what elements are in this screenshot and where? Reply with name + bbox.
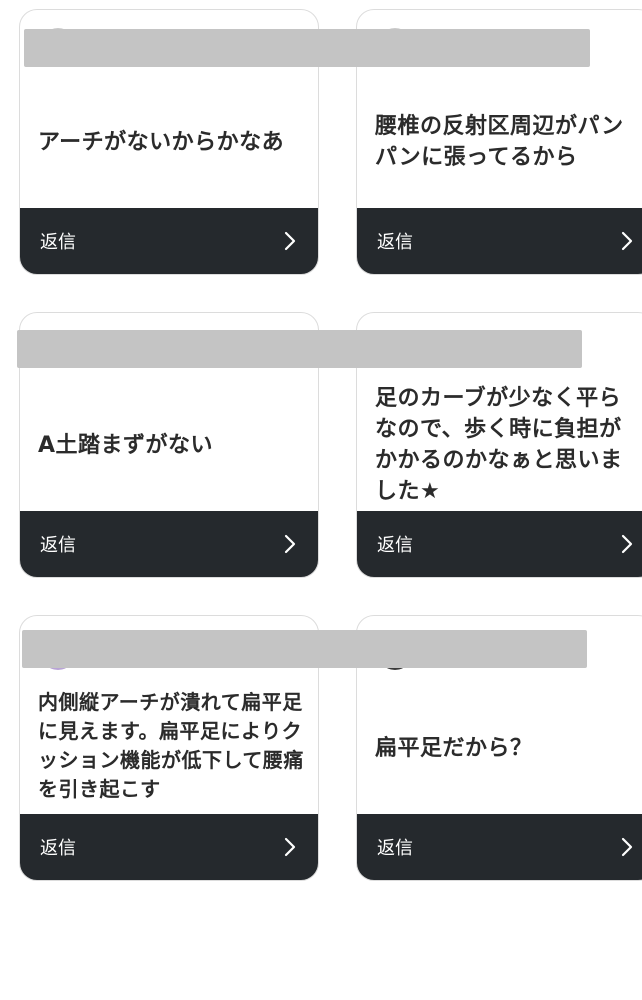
comment-body: 足のカーブが少なく平らなので、歩く時に負担がかかるのかなぁと思いました★ xyxy=(375,377,641,513)
reply-button[interactable]: 返信 xyxy=(20,814,318,880)
reply-button[interactable]: 返信 xyxy=(357,208,642,274)
reply-label: 返信 xyxy=(40,535,76,556)
reply-label: 返信 xyxy=(40,838,76,859)
redacted-username xyxy=(22,630,587,668)
reply-label: 返信 xyxy=(377,838,413,859)
comment-text: 内側縦アーチが潰れて扁平足に見えます。扁平足によりクッション機能が低下して腰痛を… xyxy=(38,690,304,801)
reply-button[interactable]: 返信 xyxy=(20,208,318,274)
comment-text: 腰椎の反射区周辺がパンパンに張ってるから xyxy=(375,114,624,170)
chevron-right-icon xyxy=(284,534,296,554)
comment-text: A土踏まずがない xyxy=(38,432,214,458)
chevron-right-icon xyxy=(621,231,633,251)
reply-label: 返信 xyxy=(40,232,76,253)
comment-text: 足のカーブが少なく平らなので、歩く時に負担がかかるのかなぁと思いました★ xyxy=(375,386,623,504)
comment-body: A土踏まずがない xyxy=(38,377,304,513)
reply-button[interactable]: 返信 xyxy=(20,511,318,577)
comment-body: 内側縦アーチが潰れて扁平足に見えます。扁平足によりクッション機能が低下して腰痛を… xyxy=(38,676,304,816)
chevron-right-icon xyxy=(621,534,633,554)
redacted-username xyxy=(17,330,582,368)
reply-label: 返信 xyxy=(377,535,413,556)
reply-button[interactable]: 返信 xyxy=(357,511,642,577)
comment-text: アーチがないからかなあ xyxy=(38,129,285,155)
chevron-right-icon xyxy=(621,837,633,857)
comment-body: 扁平足だから？ xyxy=(375,680,641,816)
redacted-username xyxy=(24,29,590,67)
reply-label: 返信 xyxy=(377,232,413,253)
chevron-right-icon xyxy=(284,837,296,857)
comment-body: アーチがないからかなあ xyxy=(38,74,304,210)
reply-button[interactable]: 返信 xyxy=(357,814,642,880)
comment-body: 腰椎の反射区周辺がパンパンに張ってるから xyxy=(375,74,641,210)
comment-text: 扁平足だから？ xyxy=(375,735,533,761)
chevron-right-icon xyxy=(284,231,296,251)
